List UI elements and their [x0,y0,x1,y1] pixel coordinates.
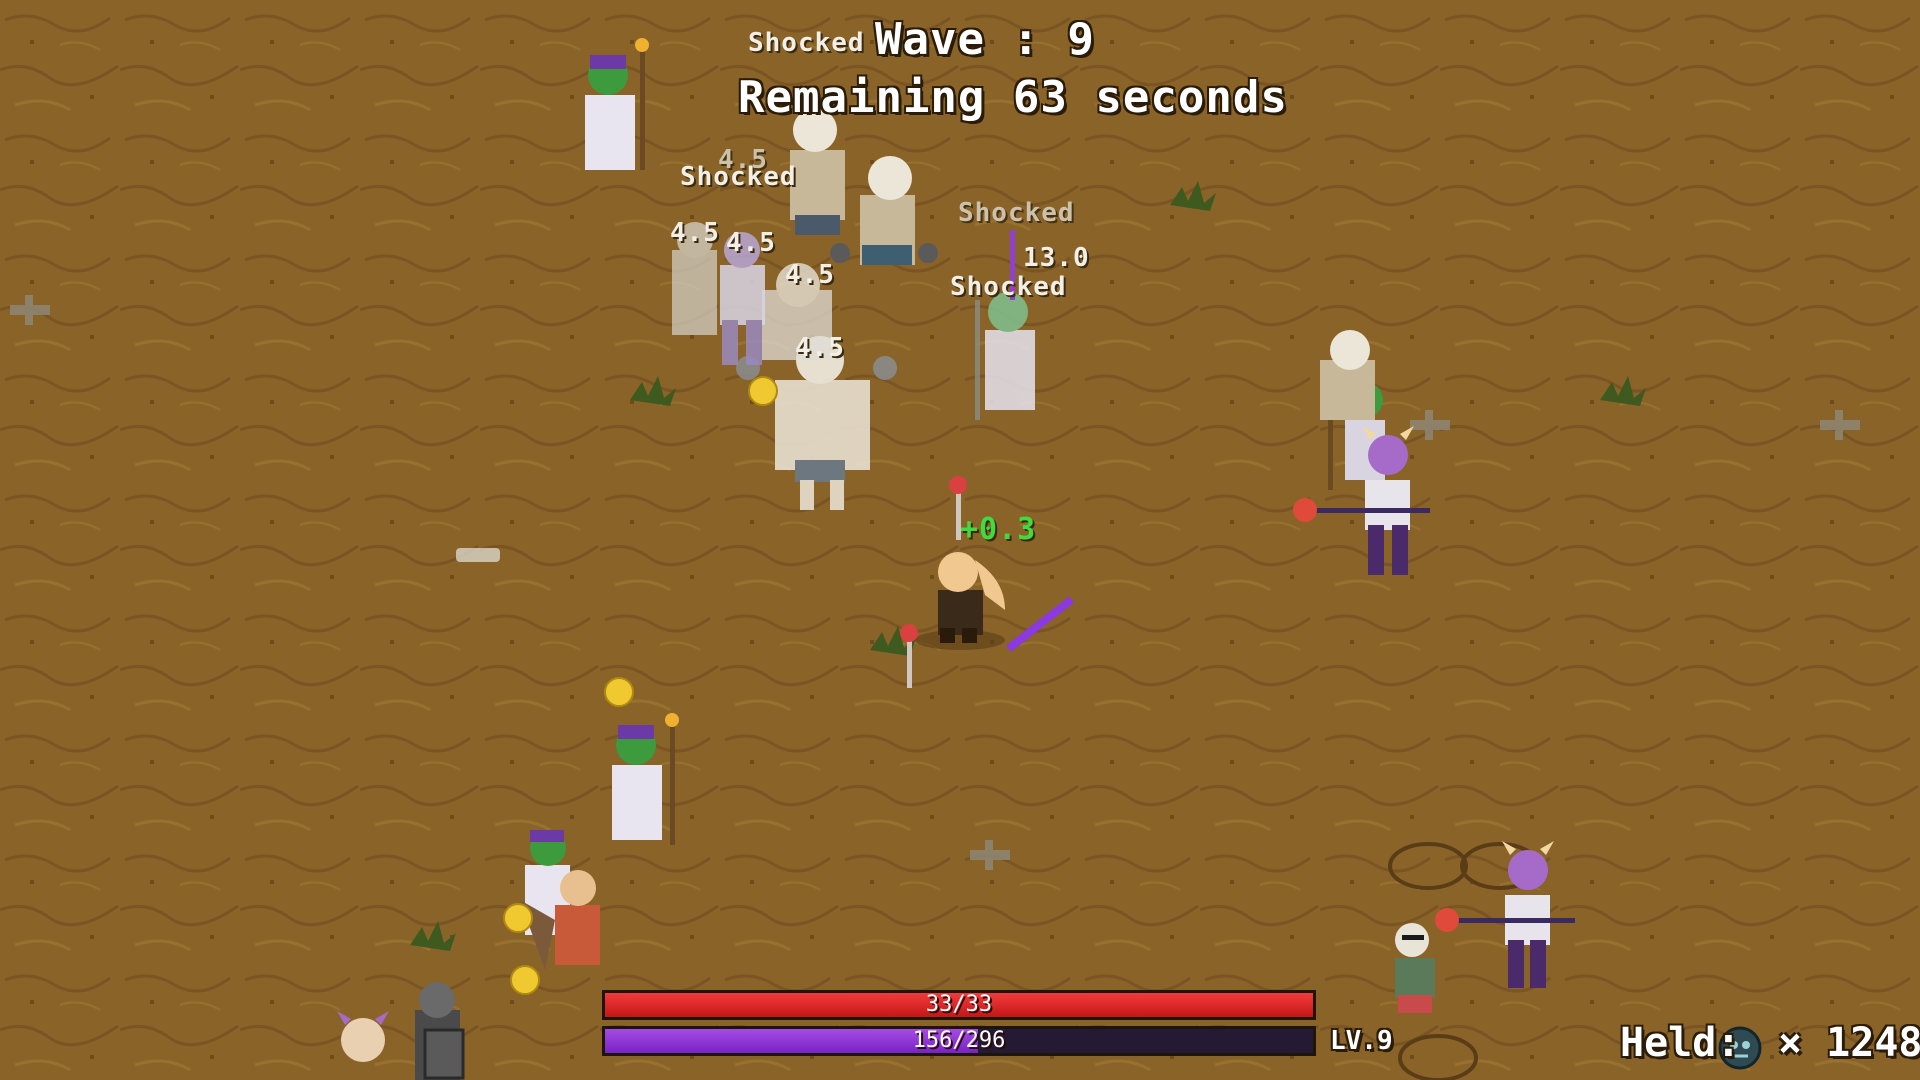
status-text-shocked: Shocked [958,198,1075,228]
held-count: × 1248 [1778,1020,1920,1066]
player-level: LV.9 [1330,1026,1393,1056]
heal-number: +0.3 [960,512,1037,547]
wave-counter: Wave : 9 [875,14,1095,65]
held-item-icon [1720,1022,1760,1062]
damage-number: 4.5 [726,228,776,258]
wave-timer: Remaining 63 seconds [738,72,1288,123]
damage-number: 4.5 [718,145,768,175]
damage-number: 4.5 [795,333,845,363]
experience-bar: 156/296 [602,1026,1316,1056]
status-text-shocked: Shocked [950,272,1067,302]
eagle-brute-enemy [790,108,845,235]
damage-number: 4.5 [670,218,720,248]
experience-bar-text: 156/296 [912,1028,1006,1053]
health-bar-text: 33/33 [925,992,993,1017]
status-text-shocked: Shocked [748,28,865,58]
damage-number: 4.5 [785,260,835,290]
damage-number: 13.0 [1023,243,1090,273]
health-bar: 33/33 [602,990,1316,1020]
